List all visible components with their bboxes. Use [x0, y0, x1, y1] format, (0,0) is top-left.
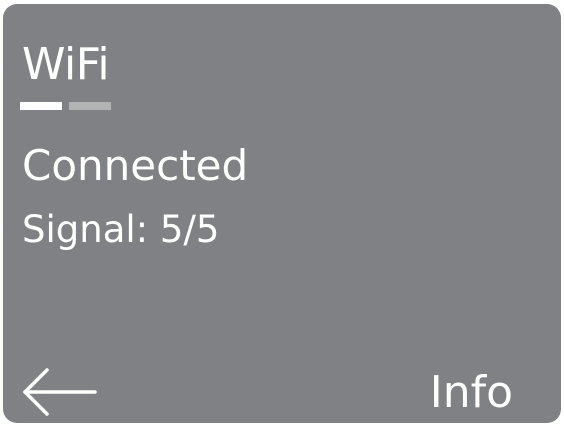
page-indicator-active	[20, 102, 62, 110]
arrow-left-icon	[23, 368, 97, 416]
connection-status: Connected	[22, 141, 249, 190]
device-screen: WiFi Connected Signal: 5/5 Info	[3, 4, 561, 423]
page-indicator-inactive	[69, 102, 111, 110]
page-indicator	[20, 102, 111, 110]
signal-strength: Signal: 5/5	[22, 208, 220, 251]
page-title: WiFi	[22, 39, 110, 90]
back-button[interactable]	[17, 364, 97, 420]
info-button[interactable]: Info	[430, 366, 513, 420]
